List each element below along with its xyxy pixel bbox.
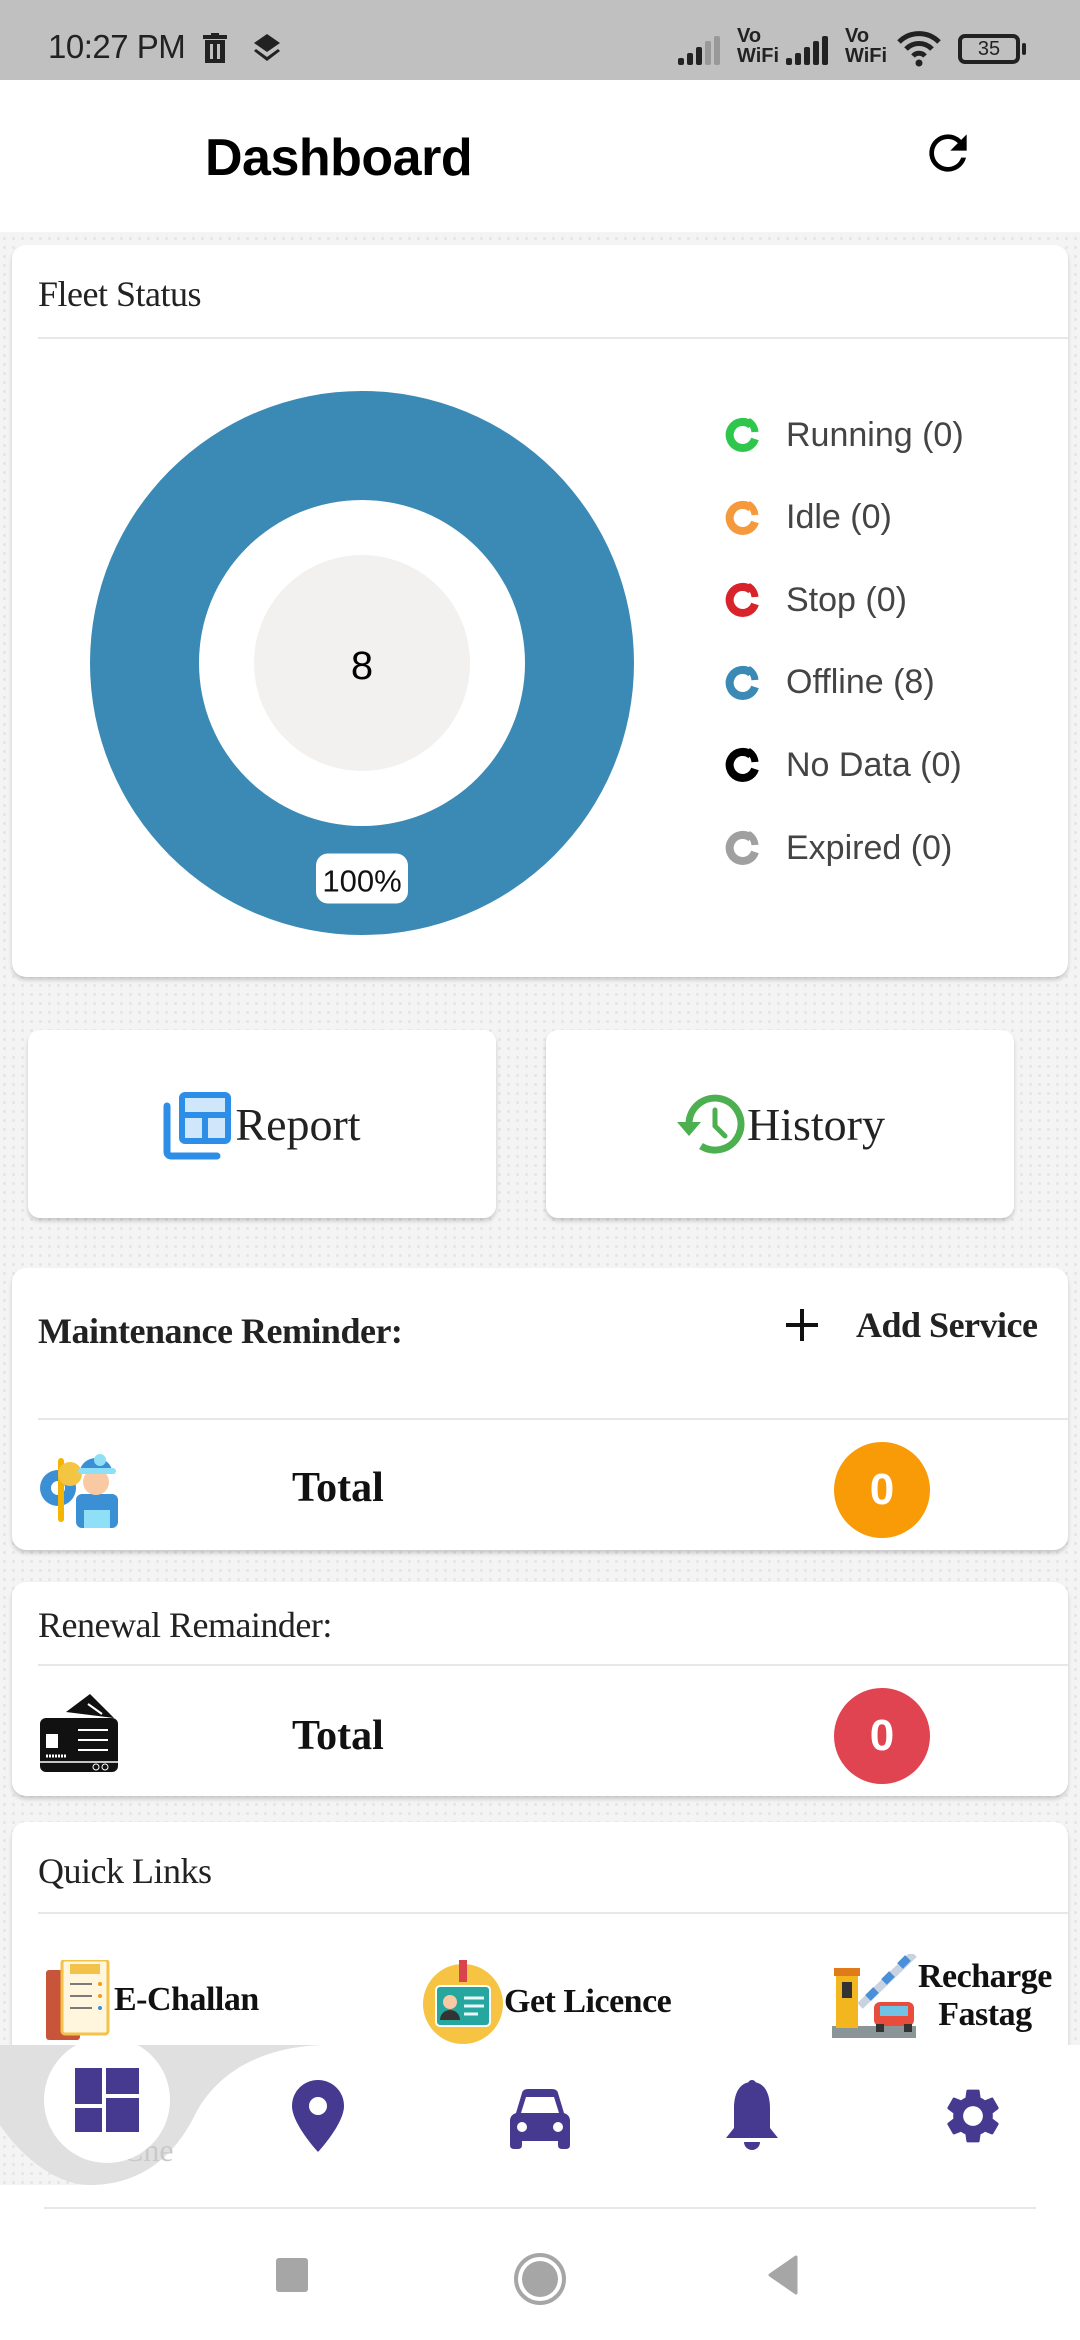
- status-bar: 10:27 PM Vo WiFi Vo WiFi 35: [0, 0, 1080, 80]
- refresh-icon[interactable]: [920, 125, 976, 181]
- app-header: Dashboard: [0, 80, 1080, 232]
- add-service-button[interactable]: Add Service: [782, 1304, 1038, 1346]
- system-navigation-bar: [0, 2185, 1080, 2340]
- nav-item-dashboard[interactable]: [44, 2037, 170, 2163]
- nav-item-vehicles[interactable]: [508, 2087, 572, 2157]
- maintenance-total-badge[interactable]: 0: [834, 1442, 930, 1538]
- legend-label: Idle (0): [786, 498, 892, 537]
- recharge-fastag-line2: Fastag: [938, 1996, 1032, 2033]
- fleet-divider: [38, 337, 1068, 339]
- report-label: Report: [235, 1098, 361, 1150]
- vowifi-bottom: WiFi: [845, 45, 888, 67]
- legend-ring-icon: [725, 665, 759, 700]
- bottom-navigation: Che: [0, 2037, 1080, 2185]
- page-title: Dashboard: [205, 129, 473, 187]
- location-icon: [292, 2080, 344, 2152]
- car-icon: [510, 2089, 570, 2149]
- quick-link-recharge-fastag[interactable]: Recharge Fastag: [832, 1954, 1052, 2038]
- renewal-title: Renewal Remainder:: [38, 1605, 332, 1645]
- battery-level: 35: [977, 38, 1001, 60]
- maintenance-reminder-card: Maintenance Reminder: Add Service Total …: [12, 1268, 1068, 1550]
- maintenance-title: Maintenance Reminder:: [38, 1311, 403, 1351]
- history-label: History: [747, 1098, 885, 1150]
- vowifi-top: Vo: [845, 25, 870, 47]
- signal-icon: [786, 36, 828, 65]
- history-icon: [677, 1094, 745, 1154]
- legend-ring-icon: [725, 830, 759, 865]
- quick-links-title: Quick Links: [38, 1851, 212, 1891]
- legend-item-no-data[interactable]: No Data (0): [724, 740, 962, 790]
- report-icon: [163, 1092, 232, 1160]
- fleet-status-title: Fleet Status: [38, 274, 202, 314]
- history-button[interactable]: History: [546, 1030, 1014, 1218]
- donut-total: 8: [351, 644, 373, 688]
- recharge-fastag-label: Recharge Fastag: [918, 1958, 1052, 2034]
- home-button-inner: [522, 2261, 558, 2297]
- legend-label: Stop (0): [786, 580, 907, 619]
- vowifi-top: Vo: [737, 25, 762, 47]
- card-renewal-icon: [40, 1694, 118, 1772]
- battery-tip: [1022, 43, 1026, 55]
- nav-item-settings[interactable]: [940, 2081, 1006, 2151]
- legend-item-expired[interactable]: Expired (0): [724, 823, 952, 873]
- quick-link-echallan[interactable]: E-Challan: [46, 1960, 259, 2040]
- mechanic-icon: [40, 1454, 118, 1528]
- signal-icon: [678, 36, 720, 65]
- donut-data-label: 100%: [316, 853, 408, 904]
- fastag-toll-icon: [832, 1954, 917, 2038]
- legend-label: Running (0): [786, 415, 964, 454]
- legend-ring-icon: [725, 500, 759, 535]
- quick-link-get-licence[interactable]: Get Licence: [422, 1960, 672, 2044]
- status-time: 10:27 PM: [48, 28, 186, 65]
- nav-item-location[interactable]: [292, 2080, 356, 2160]
- legend-ring-icon: [725, 748, 759, 783]
- legend-label: Expired (0): [786, 828, 953, 867]
- vowifi-bottom: WiFi: [737, 45, 780, 67]
- legend-item-offline[interactable]: Offline (8): [724, 658, 935, 708]
- legend-item-stop[interactable]: Stop (0): [724, 575, 907, 625]
- licence-icon: [423, 1960, 503, 2044]
- fleet-legend: Running (0) Idle (0) Stop (0) Offline (8) No…: [724, 410, 1054, 930]
- echallan-icon: [46, 1960, 110, 2040]
- layers-icon: [254, 34, 280, 61]
- home-button[interactable]: [514, 2253, 566, 2305]
- legend-ring-icon: [725, 583, 759, 618]
- legend-item-running[interactable]: Running (0): [724, 410, 964, 460]
- legend-label: No Data (0): [786, 745, 962, 784]
- wifi-icon: [897, 31, 941, 67]
- renewal-total-badge[interactable]: 0: [834, 1688, 930, 1784]
- fleet-donut-chart: 8 100%: [90, 391, 634, 935]
- recents-button[interactable]: [276, 2258, 308, 2292]
- renewal-total-label: Total: [292, 1713, 384, 1759]
- renewal-divider: [38, 1664, 1068, 1666]
- trash-icon: [203, 33, 227, 63]
- nav-item-notifications[interactable]: [724, 2080, 784, 2160]
- recharge-fastag-line1: Recharge: [918, 1958, 1052, 1995]
- echallan-label: E-Challan: [114, 1981, 259, 2018]
- legend-ring-icon: [725, 417, 759, 452]
- legend-label: Offline (8): [786, 663, 935, 702]
- report-button[interactable]: Report: [28, 1030, 496, 1218]
- donut-data-label-text: 100%: [322, 864, 401, 899]
- bell-icon: [726, 2080, 778, 2150]
- legend-item-idle[interactable]: Idle (0): [724, 493, 892, 543]
- vowifi-icon: Vo WiFi: [845, 26, 887, 66]
- vowifi-icon: Vo WiFi: [737, 26, 779, 66]
- settings-icon: [947, 2089, 999, 2143]
- get-licence-label: Get Licence: [504, 1983, 672, 2020]
- back-button[interactable]: [766, 2255, 798, 2295]
- plus-icon: [786, 1309, 818, 1341]
- maintenance-divider: [38, 1418, 1068, 1420]
- add-service-label: Add Service: [856, 1305, 1038, 1345]
- system-nav-divider: [44, 2207, 1036, 2209]
- maintenance-total-label: Total: [292, 1465, 384, 1511]
- battery-icon: 35: [958, 34, 1020, 64]
- renewal-reminder-card: Renewal Remainder: Total 0: [12, 1582, 1068, 1796]
- dashboard-icon: [75, 2068, 139, 2132]
- fleet-status-card: Fleet Status 8 100% Running (0) Idle (0) S…: [12, 245, 1068, 977]
- quick-links-divider: [38, 1912, 1068, 1914]
